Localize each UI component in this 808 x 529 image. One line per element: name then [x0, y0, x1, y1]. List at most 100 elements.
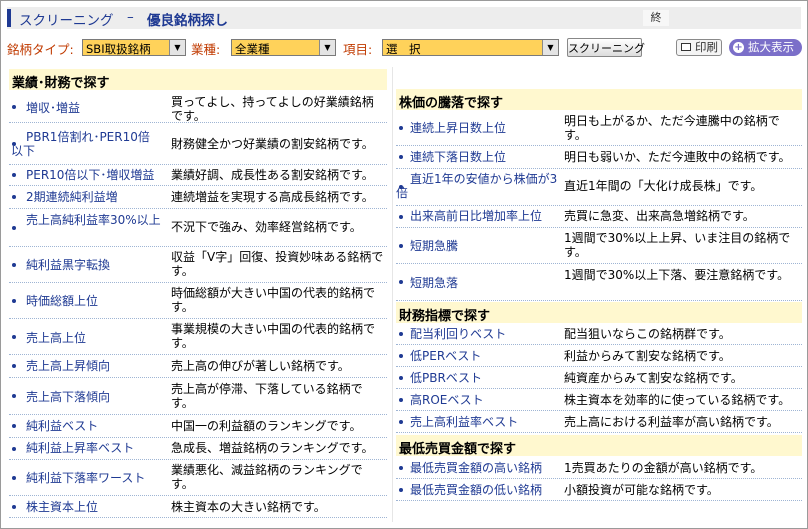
screen-description: 小額投資が可能な銘柄です。	[564, 483, 719, 497]
item-select[interactable]: 選 択 ▼	[382, 39, 559, 56]
screen-link[interactable]: 低PERベスト	[410, 349, 560, 363]
bullet-icon	[12, 105, 16, 109]
list-item[interactable]: 低PBRベスト 純資産からみて割安な銘柄です。	[396, 367, 802, 389]
screen-link[interactable]: 連続下落日数上位	[410, 150, 560, 164]
list-item[interactable]: 連続下落日数上位 明日も弱いか、ただ今連敗中の銘柄です。	[396, 146, 802, 169]
screen-link[interactable]: 純利益黒字転換	[26, 258, 166, 272]
screen-description: 明日も上がるか、ただ今連騰中の銘柄です。	[564, 114, 780, 142]
screen-description: 事業規模の大きい中国の代表的銘柄です。	[171, 322, 376, 350]
list-item[interactable]: 純利益黒字転換 収益「V字」回復、投資妙味ある銘柄です。	[9, 247, 387, 283]
screen-description: 売上高が停滞、下落している銘柄です。	[171, 382, 363, 410]
stock-type-select[interactable]: SBI取扱銘柄 ▼	[82, 39, 186, 56]
screen-link[interactable]: PBR1倍割れ･PER10倍以下	[11, 130, 161, 158]
screen-link[interactable]: 高ROEベスト	[410, 393, 560, 407]
screen-link[interactable]: 配当利回りベスト	[410, 327, 560, 341]
bullet-icon	[399, 397, 403, 402]
screen-link[interactable]: 増収･増益	[26, 101, 166, 115]
bullet-icon	[12, 475, 16, 480]
list-item[interactable]: 出来高前日比増加率上位 売買に急変、出来高急増銘柄です。	[396, 206, 802, 228]
title-accent-bar	[7, 9, 11, 27]
screen-link[interactable]: 純利益下落率ワースト	[26, 471, 171, 485]
list-item[interactable]: 短期急落 1週間で30%以上下落、要注意銘柄です。	[396, 264, 802, 301]
bullet-icon	[12, 446, 16, 451]
window-title: スクリーニング	[19, 13, 114, 29]
screen-description: 買ってよし、持ってよしの好業績銘柄です。	[171, 95, 374, 123]
screen-description: 時価総額が大きい中国の代表的銘柄です。	[171, 286, 376, 314]
list-item[interactable]: 連続上昇日数上位 明日も上がるか、ただ今連騰中の銘柄です。	[396, 111, 802, 146]
list-item[interactable]: 2期連続純利益増 連続増益を実現する高成長銘柄です。	[9, 186, 387, 209]
list-item[interactable]: 高ROEベスト 株主資本を効率的に使っている銘柄です。	[396, 389, 802, 411]
list-item[interactable]: 売上高上位 事業規模の大きい中国の代表的銘柄です。	[9, 319, 387, 355]
section-title: 株価の騰落で探す	[399, 96, 504, 111]
list-item[interactable]: 最低売買金額の高い銘柄 1売買あたりの金額が高い銘柄です。	[396, 457, 802, 479]
screen-description: 業績好調、成長性ある割安銘柄です。	[171, 168, 374, 182]
screen-link[interactable]: 2期連続純利益増	[26, 190, 166, 204]
screen-link[interactable]: 売上高上昇傾向	[26, 359, 166, 373]
item-value: 選 択	[386, 42, 421, 56]
chevron-down-icon: ▼	[542, 40, 558, 55]
bullet-icon	[399, 331, 403, 336]
screening-button[interactable]: スクリーニング	[567, 38, 645, 57]
list-item[interactable]: 純利益上昇率ベスト 急成長、増益銘柄のランキングです。	[9, 438, 387, 460]
screen-description: 連続増益を実現する高成長銘柄です。	[171, 190, 374, 204]
bullet-icon	[12, 298, 16, 303]
screen-link[interactable]: 連続上昇日数上位	[410, 121, 560, 135]
screen-link[interactable]: 売上高上位	[26, 331, 166, 345]
bullet-icon	[399, 280, 403, 284]
screen-description: 直近1年間の「大化け成長株」です。	[564, 179, 763, 193]
screen-link[interactable]: 低PBRベスト	[410, 371, 560, 385]
print-button[interactable]: 印刷	[676, 39, 722, 56]
screen-link[interactable]: 出来高前日比増加率上位	[410, 209, 565, 223]
list-item[interactable]: 増収･増益 買ってよし、持ってよしの好業績銘柄です。	[9, 92, 387, 123]
screen-description: 売買に急変、出来高急増銘柄です。	[564, 209, 755, 223]
screen-description: 株主資本の大きい銘柄です。	[171, 500, 326, 514]
list-item[interactable]: 売上高利益率ベスト 売上高における利益率が高い銘柄です。	[396, 411, 802, 433]
list-item[interactable]: 最低売買金額の低い銘柄 小額投資が可能な銘柄です。	[396, 479, 802, 501]
stock-type-value: SBI取扱銘柄	[86, 42, 151, 56]
bullet-icon	[399, 126, 403, 130]
screen-link[interactable]: 売上高純利益率30%以上	[11, 213, 163, 227]
list-item[interactable]: 低PERベスト 利益からみて割安な銘柄です。	[396, 345, 802, 367]
screen-description: 株主資本を効率的に使っている銘柄です。	[564, 393, 791, 407]
screen-link[interactable]: 純利益上昇率ベスト	[26, 441, 171, 455]
list-item[interactable]: 時価総額上位 時価総額が大きい中国の代表的銘柄です。	[9, 283, 387, 319]
plus-icon: +	[733, 42, 744, 53]
screen-description: 利益からみて割安な銘柄です。	[564, 349, 731, 363]
list-item[interactable]: 売上高純利益率30%以上 不況下で強み、効率経営銘柄です。	[9, 209, 387, 247]
screen-link[interactable]: 株主資本上位	[26, 500, 166, 514]
list-item[interactable]: 短期急騰 1週間で30%以上上昇、いま注目の銘柄です。	[396, 228, 802, 264]
list-item[interactable]: PBR1倍割れ･PER10倍以下 財務健全かつ好業績の割安銘柄です。	[9, 123, 387, 165]
screening-window: スクリーニング – 優良銘柄探し 終 銘柄タイプ: SBI取扱銘柄 ▼ 業種: …	[0, 0, 808, 529]
close-link[interactable]: 終	[643, 10, 669, 26]
list-item[interactable]: 売上高上昇傾向 売上高の伸びが著しい銘柄です。	[9, 355, 387, 378]
screen-link[interactable]: PER10倍以下･増収増益	[26, 168, 171, 182]
list-item[interactable]: 直近1年の安値から株価が3倍 直近1年間の「大化け成長株」です。	[396, 169, 802, 206]
bullet-icon	[399, 353, 403, 358]
industry-select[interactable]: 全業種 ▼	[231, 39, 336, 56]
list-item[interactable]: 純利益ベスト 中国一の利益額のランキングです。	[9, 415, 387, 438]
screen-link[interactable]: 売上高下落傾向	[26, 390, 166, 404]
screen-link[interactable]: 最低売買金額の低い銘柄	[410, 483, 565, 497]
zoom-button[interactable]: + 拡大表示	[729, 39, 802, 56]
screen-link[interactable]: 短期急騰	[410, 239, 560, 253]
screen-link[interactable]: 純利益ベスト	[26, 419, 166, 433]
screen-link[interactable]: 直近1年の安値から株価が3倍	[396, 172, 558, 200]
list-item[interactable]: 配当利回りベスト 配当狙いならこの銘柄群です。	[396, 323, 802, 345]
screen-link[interactable]: 最低売買金額の高い銘柄	[410, 461, 565, 475]
list-item[interactable]: 株主資本上位 株主資本の大きい銘柄です。	[9, 496, 387, 518]
list-item[interactable]: 売上高下落傾向 売上高が停滞、下落している銘柄です。	[9, 378, 387, 415]
screen-link[interactable]: 売上高利益率ベスト	[410, 415, 560, 429]
chevron-down-icon: ▼	[169, 40, 185, 55]
bullet-icon	[399, 487, 403, 492]
list-item[interactable]: 純利益下落率ワースト 業績悪化、減益銘柄のランキングです。	[9, 460, 387, 496]
print-button-label: 印刷	[695, 40, 718, 54]
list-item[interactable]: PER10倍以下･増収増益 業績好調、成長性ある割安銘柄です。	[9, 165, 387, 186]
screen-description: 財務健全かつ好業績の割安銘柄です。	[171, 137, 374, 151]
screen-link[interactable]: 短期急落	[410, 276, 560, 290]
screen-link[interactable]: 時価総額上位	[26, 294, 166, 308]
industry-label: 業種:	[191, 42, 221, 57]
window-subtitle: 優良銘柄探し	[147, 13, 228, 29]
title-bar: スクリーニング – 優良銘柄探し 終	[7, 7, 801, 29]
screen-description: 1週間で30%以上下落、要注意銘柄です。	[564, 268, 790, 282]
stock-type-label: 銘柄タイプ:	[7, 42, 74, 57]
